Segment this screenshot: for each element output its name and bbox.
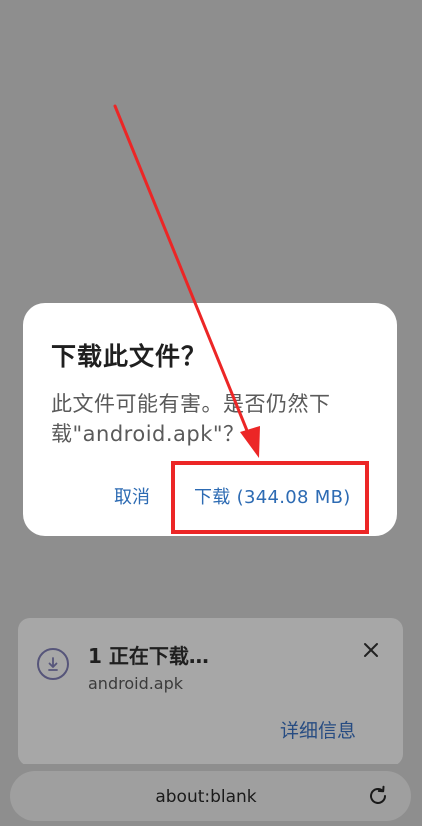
dialog-title: 下载此文件？ (51, 342, 208, 371)
annotation-highlight-box (171, 461, 369, 534)
download-icon (37, 648, 69, 680)
close-icon[interactable] (361, 640, 381, 660)
cancel-button[interactable]: 取消 (114, 487, 150, 509)
details-link[interactable]: 详细信息 (280, 716, 356, 743)
download-filename: android.apk (88, 674, 184, 693)
address-url[interactable]: about:blank (10, 787, 402, 807)
address-bar[interactable]: about:blank (10, 771, 411, 821)
dialog-message: 此文件可能有害。是否仍然下载"android.apk"？ (51, 392, 331, 446)
reload-icon[interactable] (367, 785, 389, 807)
download-notification: 1 正在下载… android.apk 详细信息 (18, 618, 403, 766)
download-status-title: 1 正在下载… (88, 644, 209, 668)
